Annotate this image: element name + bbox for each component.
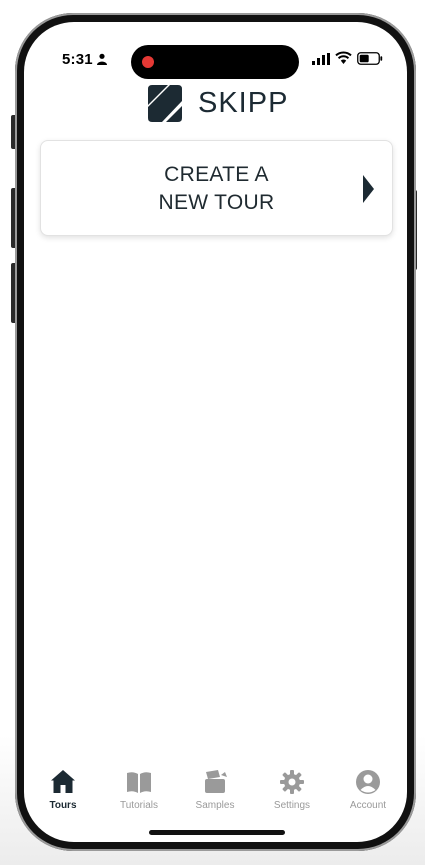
tab-account-label: Account (349, 800, 387, 811)
tab-tours-label: Tours (49, 800, 77, 811)
tab-tours[interactable]: Tours (25, 768, 101, 824)
tab-tutorials[interactable]: Tutorials (101, 768, 177, 824)
app-title: SKIPP (198, 87, 289, 119)
account-icon (356, 770, 380, 794)
home-icon (51, 770, 75, 793)
create-tour-label-line2: NEW TOUR (158, 191, 275, 214)
tab-samples[interactable]: Samples (177, 768, 253, 824)
phone-frame: 5:31 SKIPP CREATE A NEW TOUR Tours Tutor… (15, 13, 416, 851)
book-icon (127, 772, 151, 793)
tab-settings[interactable]: Settings (254, 768, 330, 824)
home-indicator[interactable] (149, 830, 285, 835)
create-new-tour-button[interactable]: CREATE A NEW TOUR (40, 140, 393, 236)
tab-samples-label: Samples (195, 800, 235, 811)
samples-icon (205, 770, 227, 793)
gear-icon (280, 770, 304, 794)
create-tour-label-line1: CREATE A (164, 163, 269, 186)
cellular-signal-icon (312, 53, 330, 65)
recording-indicator-icon (142, 56, 154, 68)
tab-settings-label: Settings (273, 800, 311, 811)
status-time: 5:31 (62, 51, 93, 68)
device-stage: 5:31 SKIPP CREATE A NEW TOUR Tours Tutor… (0, 0, 425, 865)
person-icon (97, 53, 107, 65)
dynamic-island (131, 45, 299, 79)
chevron-right-icon (363, 175, 374, 203)
wifi-icon (335, 51, 352, 64)
battery-icon (357, 52, 383, 65)
tab-account[interactable]: Account (330, 768, 406, 824)
app-screen: 5:31 SKIPP CREATE A NEW TOUR Tours Tutor… (24, 22, 407, 842)
skipp-logo-icon (148, 85, 182, 122)
tab-bar: Tours Tutorials Samples Settings Account (24, 768, 407, 824)
tab-tutorials-label: Tutorials (120, 800, 158, 811)
